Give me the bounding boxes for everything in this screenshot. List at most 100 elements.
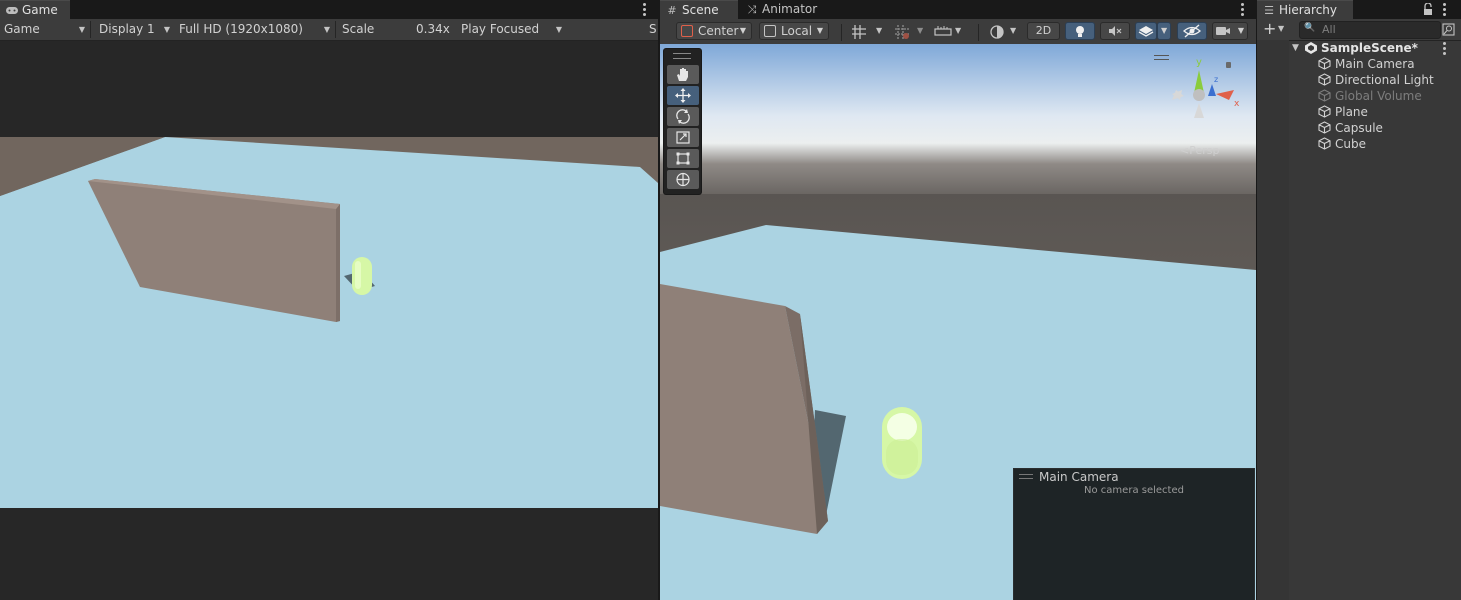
hierarchy-tree: ▼ SampleScene* Main Camera Directional Li… <box>1257 40 1461 600</box>
hierarchy-panel: ☰ Hierarchy + ▼ 🔍 All ▼ SampleScene* Mai… <box>1257 0 1461 600</box>
hierarchy-item[interactable]: Capsule <box>1257 120 1461 136</box>
hierarchy-item[interactable]: Cube <box>1257 136 1461 152</box>
hierarchy-item-label: Main Camera <box>1335 57 1415 71</box>
drag-handle[interactable] <box>1019 474 1033 479</box>
local-cube-icon <box>764 25 776 37</box>
tab-hierarchy[interactable]: ☰ Hierarchy <box>1257 0 1353 19</box>
scene-tab-bar: # Scene ⤨ Animator <box>660 0 1256 19</box>
chevron-down-icon[interactable]: ▼ <box>876 26 882 35</box>
toggle-2d-label: 2D <box>1035 24 1052 37</box>
rotate-tool-button[interactable] <box>667 107 699 126</box>
visibility-toggle[interactable] <box>1177 22 1207 40</box>
grid-snap-icon[interactable] <box>851 24 867 43</box>
chevron-down-icon: ▼ <box>1278 24 1285 33</box>
pivot-icon <box>681 25 693 37</box>
scene-panel-menu-icon[interactable] <box>1241 3 1245 16</box>
hierarchy-menu-icon[interactable] <box>1443 3 1447 16</box>
gizmo-y-label: y <box>1196 57 1202 68</box>
pivot-center-dropdown[interactable]: Center ▼ <box>676 22 752 40</box>
hand-icon <box>677 68 688 81</box>
scene-name: SampleScene* <box>1321 41 1418 55</box>
hash-grid-icon: # <box>667 4 677 17</box>
audio-toggle[interactable] <box>1100 22 1130 40</box>
scene-menu-icon[interactable] <box>1443 42 1447 55</box>
game-panel: Game Game ▼ Display 1 ▼ Full HD (1920x10… <box>0 0 658 600</box>
display-dropdown[interactable]: Display 1 ▼ <box>95 19 173 40</box>
lightbulb-icon <box>1076 26 1084 37</box>
lock-icon[interactable] <box>1226 62 1231 68</box>
chevron-down-icon[interactable]: ▼ <box>955 26 961 35</box>
scene-search-icon[interactable] <box>1442 23 1455 39</box>
camera-settings-dropdown[interactable]: ▼ <box>1212 22 1248 40</box>
move-tool-button[interactable] <box>667 86 699 105</box>
scale-tool-button[interactable] <box>667 128 699 147</box>
rect-tool-button[interactable] <box>667 149 699 168</box>
divider <box>335 21 336 38</box>
search-placeholder: All <box>1322 23 1336 36</box>
game-mode-dropdown[interactable]: Game ▼ <box>0 19 88 40</box>
chevron-down-icon: ▼ <box>163 25 170 34</box>
move-arrows-icon <box>675 88 691 103</box>
scale-label: Scale <box>342 22 375 36</box>
animator-icon: ⤨ <box>747 3 757 16</box>
hidden-eye-icon <box>1183 24 1201 38</box>
camera-preview-overlay: Main Camera No camera selected <box>1013 468 1255 600</box>
scene-viewport[interactable]: y x z <Persp Main Camera No camera selec… <box>660 44 1256 600</box>
divider <box>90 21 91 38</box>
transform-tool-button[interactable] <box>667 170 699 189</box>
chevron-down-icon: ▼ <box>816 26 823 35</box>
hierarchy-item-label: Capsule <box>1335 121 1383 135</box>
orientation-gizmo[interactable]: y x z <Persp <box>1154 48 1254 158</box>
tab-animator[interactable]: ⤨ Animator <box>740 0 820 19</box>
perspective-label[interactable]: <Persp <box>1180 144 1219 157</box>
hierarchy-item[interactable]: Main Camera <box>1257 56 1461 72</box>
chevron-down-icon: ▼ <box>555 25 562 34</box>
hierarchy-item[interactable]: Global Volume <box>1257 88 1461 104</box>
lighting-toggle[interactable] <box>1065 22 1095 40</box>
camera-preview-title: Main Camera <box>1039 470 1119 484</box>
scene-row[interactable]: ▼ SampleScene* <box>1257 40 1461 56</box>
play-mode-dropdown[interactable]: Play Focused ▼ <box>457 19 565 40</box>
resolution-value: Full HD (1920x1080) <box>179 22 303 36</box>
lock-icon[interactable] <box>1423 2 1433 18</box>
hierarchy-item-label: Global Volume <box>1335 89 1422 103</box>
stats-button-partial[interactable]: S <box>645 19 658 40</box>
tab-scene[interactable]: # Scene <box>660 0 738 19</box>
tab-hierarchy-label: Hierarchy <box>1279 3 1338 17</box>
play-mode-value: Play Focused <box>461 22 540 36</box>
space-value: Local <box>781 24 813 38</box>
drag-handle[interactable] <box>673 53 691 59</box>
tab-game[interactable]: Game <box>0 0 70 19</box>
hand-tool-button[interactable] <box>667 65 699 84</box>
toggle-2d-button[interactable]: 2D <box>1027 22 1060 40</box>
tab-game-label: Game <box>22 3 58 17</box>
tab-animator-label: Animator <box>762 2 818 16</box>
space-local-dropdown[interactable]: Local ▼ <box>759 22 829 40</box>
chevron-down-icon[interactable]: ▼ <box>917 26 923 35</box>
effects-toggle[interactable] <box>1135 22 1157 40</box>
ruler-icon[interactable] <box>934 25 952 42</box>
divider <box>841 24 842 41</box>
divider <box>978 24 979 41</box>
expand-arrow-icon[interactable]: ▼ <box>1292 40 1299 56</box>
chevron-down-icon[interactable]: ▼ <box>1010 26 1016 35</box>
create-add-button[interactable]: + ▼ <box>1263 19 1291 38</box>
increment-snap-icon[interactable] <box>894 24 910 43</box>
game-mode-value: Game <box>4 22 40 36</box>
resolution-dropdown[interactable]: Full HD (1920x1080) ▼ <box>175 19 333 40</box>
tab-scene-label: Scene <box>682 3 719 17</box>
chevron-down-icon: ▼ <box>323 25 330 34</box>
hierarchy-item-label: Cube <box>1335 137 1366 151</box>
search-icon: 🔍 <box>1304 23 1316 33</box>
hierarchy-item[interactable]: Directional Light <box>1257 72 1461 88</box>
tool-palette <box>663 48 702 195</box>
hierarchy-search-field[interactable]: 🔍 All <box>1299 21 1441 39</box>
effects-dropdown[interactable]: ▼ <box>1157 22 1171 40</box>
hierarchy-item[interactable]: Plane <box>1257 104 1461 120</box>
chevron-down-icon: ▼ <box>78 25 85 34</box>
pivot-value: Center <box>698 24 739 38</box>
hierarchy-item-label: Plane <box>1335 105 1368 119</box>
game-panel-menu-icon[interactable] <box>643 3 647 16</box>
chevron-down-icon: ▼ <box>739 26 746 35</box>
shading-mode-icon[interactable] <box>990 25 1006 42</box>
